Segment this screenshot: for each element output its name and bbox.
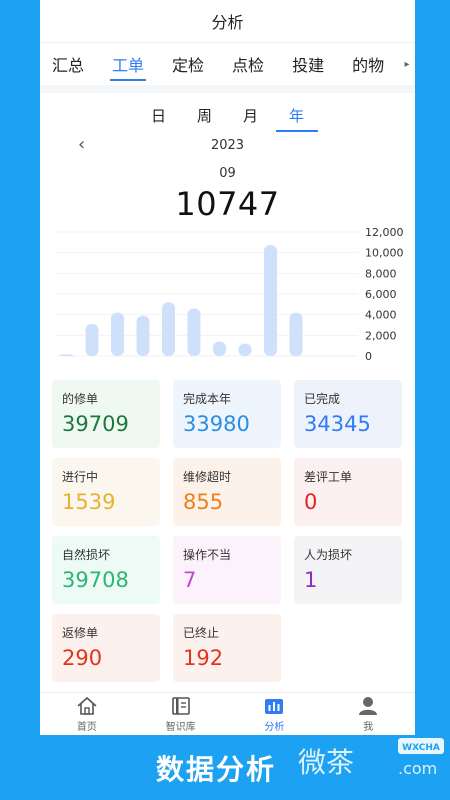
- nav-analysis[interactable]: 分析: [228, 693, 322, 735]
- y-tick-label: 10,000: [365, 247, 404, 260]
- promo-caption: 数据分析: [156, 753, 277, 786]
- stat-card[interactable]: 自然损坏 39708: [52, 536, 160, 604]
- stat-card[interactable]: 完成本年 33980: [173, 380, 281, 448]
- section-divider: [40, 85, 415, 93]
- tab-summary[interactable]: 汇总: [52, 43, 84, 85]
- tab-scroll-more-icon[interactable]: ▸: [399, 43, 415, 85]
- tab-label: 投建: [292, 56, 325, 75]
- stat-card-value: 7: [183, 568, 197, 592]
- stat-card[interactable]: 已完成 34345: [294, 380, 402, 448]
- period-year[interactable]: 年: [274, 103, 320, 132]
- nav-knowledge[interactable]: 智识库: [134, 693, 228, 735]
- tab-label: 工单: [112, 56, 145, 75]
- y-tick-label: 2,000: [365, 329, 397, 342]
- brand-badge: WXCHA: [402, 743, 440, 753]
- tab-construction[interactable]: 投建: [292, 43, 324, 85]
- tab-label: 定检: [172, 56, 205, 75]
- page-title: 分析: [211, 13, 244, 32]
- nav-me-label: 我: [363, 722, 374, 733]
- bar-chart-icon: [263, 695, 285, 717]
- stat-card-value: 192: [183, 646, 224, 670]
- home-icon: [76, 695, 98, 717]
- tab-label: 的物: [352, 56, 385, 75]
- stat-card-label: 已完成: [304, 392, 341, 406]
- stat-card-value: 855: [183, 490, 224, 514]
- y-tick-label: 6,000: [365, 288, 397, 301]
- brand-name: 微茶: [298, 746, 354, 779]
- nav-home-label: 首页: [76, 722, 97, 733]
- stat-card-value: 33980: [183, 412, 250, 436]
- stat-card-label: 差评工单: [304, 470, 353, 484]
- brand-domain: .com: [398, 759, 437, 778]
- bottom-nav: 首页 智识库 分析 我: [40, 692, 415, 735]
- stat-card-value: 34345: [304, 412, 371, 436]
- tab-label: 点检: [232, 56, 265, 75]
- y-tick-label: 0: [365, 350, 372, 363]
- stat-card-label: 返修单: [62, 626, 99, 640]
- user-icon: [357, 695, 379, 717]
- nav-analysis-label: 分析: [264, 722, 285, 733]
- tab-spot-check[interactable]: 点检: [232, 43, 264, 85]
- tab-assets[interactable]: 的物: [352, 43, 384, 85]
- stat-card-label: 的修单: [62, 392, 99, 406]
- stat-card[interactable]: 人为损坏 1: [294, 536, 402, 604]
- stat-card[interactable]: 操作不当 7: [173, 536, 281, 604]
- nav-home[interactable]: 首页: [40, 693, 134, 735]
- period-week[interactable]: 周: [182, 103, 228, 132]
- bar-10[interactable]: [289, 312, 303, 356]
- stat-card-label: 完成本年: [183, 392, 232, 406]
- selected-year: 2023: [210, 138, 245, 153]
- stat-card-value: 39708: [62, 568, 129, 592]
- bar-02[interactable]: [85, 323, 99, 356]
- bar-05[interactable]: [162, 302, 175, 356]
- stat-card-label: 人为损坏: [304, 548, 353, 562]
- period-month[interactable]: 月: [228, 103, 274, 132]
- nav-me[interactable]: 我: [321, 693, 415, 735]
- stat-card-label: 自然损坏: [62, 548, 111, 562]
- total-count: 10747: [175, 185, 280, 223]
- bar-08[interactable]: [238, 343, 252, 356]
- stat-card[interactable]: 差评工单 0: [294, 458, 402, 526]
- y-tick-label: 12,000: [365, 228, 404, 239]
- stat-card-label: 进行中: [62, 470, 99, 484]
- stat-card[interactable]: 维修超时 855: [173, 458, 281, 526]
- stat-card-label: 已终止: [183, 626, 220, 640]
- brand-watermark: 微茶 WXCHA .com: [298, 738, 444, 779]
- tab-workorder[interactable]: 工单: [110, 43, 147, 85]
- bar-03[interactable]: [111, 312, 124, 356]
- stat-card-value: 1: [304, 568, 318, 592]
- stat-card-label: 维修超时: [183, 470, 232, 484]
- bar-07[interactable]: [213, 341, 226, 356]
- bar-01[interactable]: [60, 354, 73, 356]
- stat-card-value: 39709: [62, 412, 129, 436]
- bar-09[interactable]: [264, 244, 277, 356]
- category-tabs: 汇总 工单 定检 点检 投建 的物 ▸: [40, 43, 415, 85]
- period-selector: 日 周 月 年: [40, 103, 415, 132]
- y-tick-label: 8,000: [365, 267, 397, 280]
- bar-06[interactable]: [187, 308, 201, 356]
- year-row: ‹ 2023: [40, 134, 415, 160]
- monthly-bar-chart: 12,000 10,000 8,000 6,000 4,000 2,000 0: [56, 228, 404, 363]
- title-bar: 分析: [40, 0, 415, 43]
- period-day[interactable]: 日: [136, 103, 182, 132]
- stat-card[interactable]: 返修单 290: [52, 614, 160, 682]
- bar-04[interactable]: [136, 315, 150, 356]
- y-tick-label: 4,000: [365, 309, 397, 322]
- stat-card[interactable]: 进行中 1539: [52, 458, 160, 526]
- stat-card-value: 1539: [62, 490, 116, 514]
- stat-card[interactable]: 的修单 39709: [52, 380, 160, 448]
- book-icon: [170, 695, 192, 717]
- selected-month: 09: [219, 166, 236, 181]
- tab-label: 汇总: [52, 56, 85, 75]
- tab-inspection[interactable]: 定检: [172, 43, 204, 85]
- stat-card[interactable]: 已终止 192: [173, 614, 281, 682]
- stat-card-value: 290: [62, 646, 103, 670]
- stat-card-value: 0: [304, 490, 318, 514]
- phone-screen: 分析 汇总 工单 定检 点检 投建 的物 ▸ 日 周 月 年 ‹ 2023 09…: [40, 0, 415, 735]
- stat-card-label: 操作不当: [183, 548, 232, 562]
- nav-knowledge-label: 智识库: [165, 722, 196, 733]
